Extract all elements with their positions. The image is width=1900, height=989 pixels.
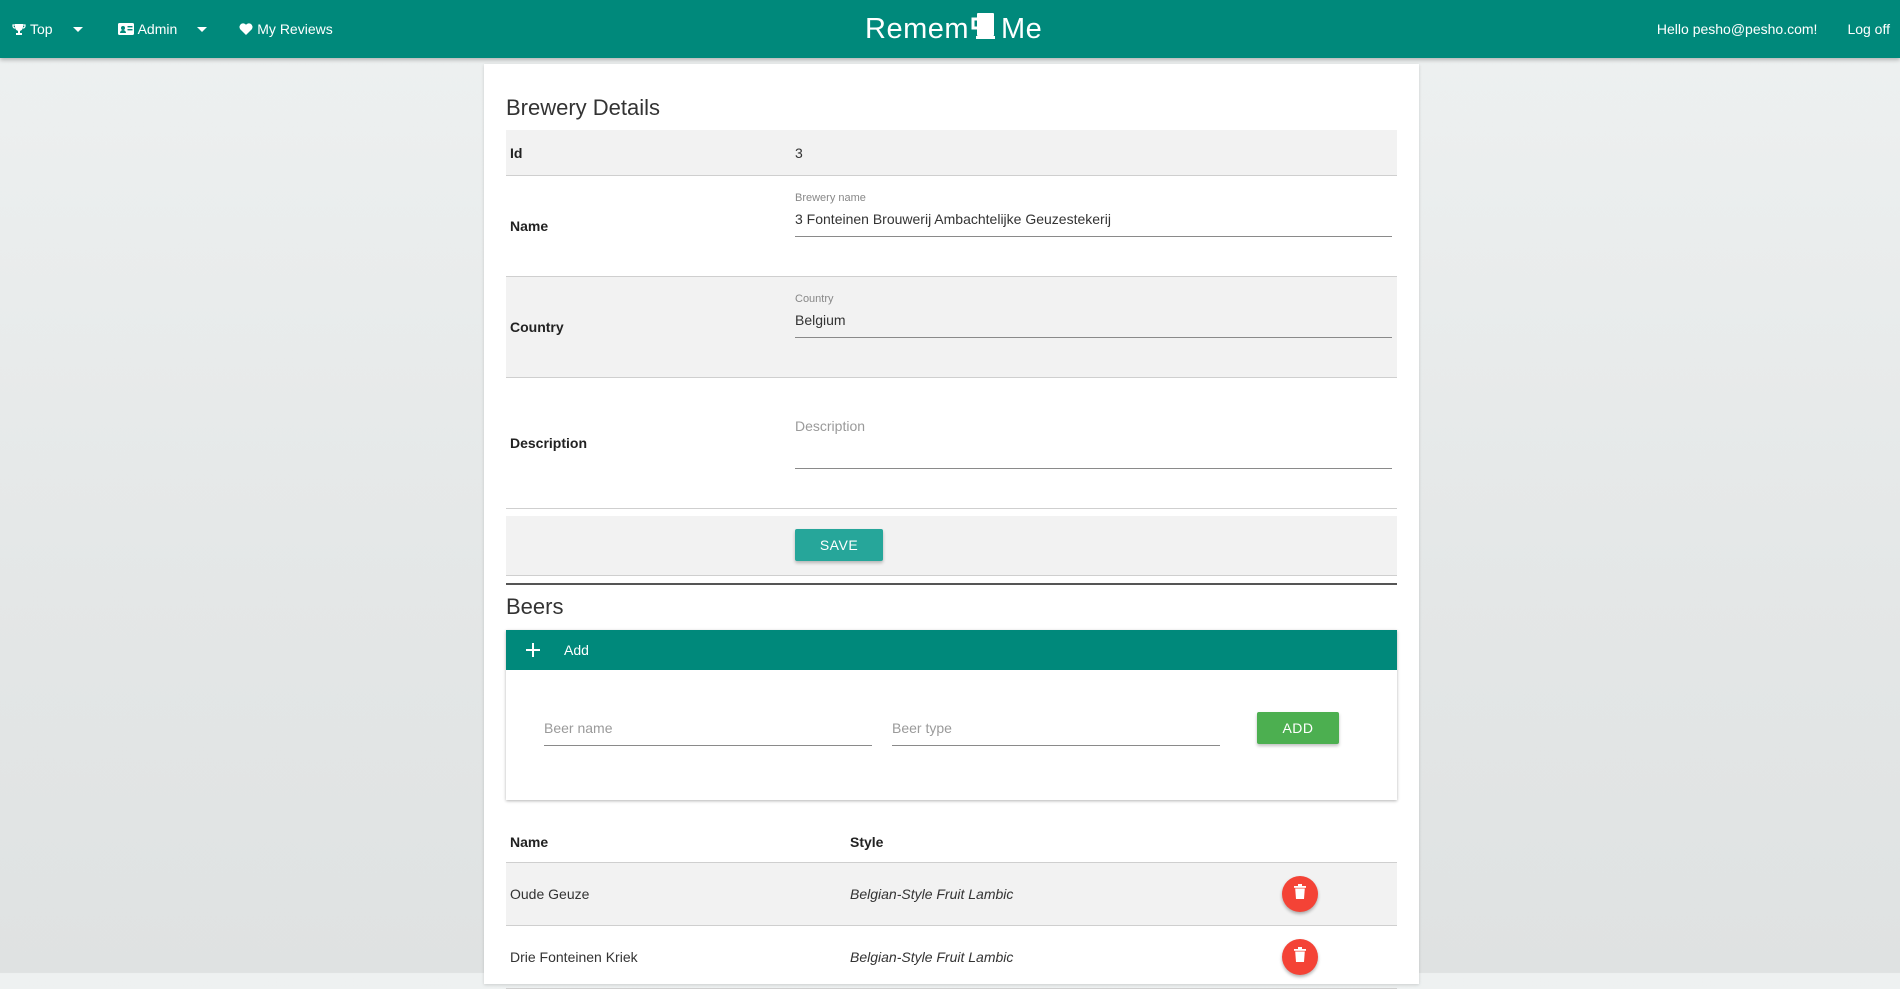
beer-name-input[interactable]: Beer name [544, 720, 872, 736]
add-beer-button[interactable]: ADD [1257, 712, 1339, 744]
country-input[interactable]: Belgium [795, 312, 1392, 328]
chevron-down-icon[interactable] [197, 26, 208, 32]
add-beer-header[interactable]: Add [506, 630, 1397, 670]
trash-icon [1294, 884, 1306, 904]
country-field-label: Country [795, 293, 834, 305]
description-input[interactable]: Description [795, 418, 1392, 434]
brewery-name-field[interactable]: Brewery name 3 Fonteinen Brouwerij Ambac… [795, 192, 1392, 237]
field-underline [892, 745, 1220, 746]
field-underline [795, 337, 1392, 338]
brewery-details-title: Brewery Details [506, 95, 661, 120]
column-header-name[interactable]: Name [510, 834, 548, 850]
brand-logo[interactable]: Remem Me [865, 9, 1042, 49]
nav-admin-label: Admin [137, 21, 178, 37]
logoff-link[interactable]: Log off [1847, 21, 1890, 37]
brand-text-right: Me [1001, 12, 1043, 45]
plus-icon [526, 638, 540, 662]
brand-text-left: Remem [865, 12, 970, 45]
description-field[interactable]: Description [795, 418, 1392, 469]
nav-top-dropdown[interactable]: Top [12, 21, 83, 37]
id-value: 3 [795, 145, 803, 161]
nav-left-group: Top Admin My Reviews [12, 0, 333, 58]
country-field[interactable]: Country Belgium [795, 293, 1392, 338]
name-row: Name Brewery name 3 Fonteinen Brouwerij … [506, 176, 1397, 277]
table-row: Drie Fonteinen Kriek Belgian-Style Fruit… [506, 926, 1397, 989]
top-navbar: Top Admin My Reviews Remem Me Hello pesh… [0, 0, 1900, 58]
trash-icon [1294, 947, 1306, 967]
table-row: Oude Geuze Belgian-Style Fruit Lambic [506, 863, 1397, 926]
beer-name-cell: Drie Fonteinen Kriek [510, 949, 638, 965]
add-beer-panel: Add Beer name Beer type ADD [506, 630, 1397, 800]
save-row: SAVE [506, 516, 1397, 576]
description-row: Description Description [506, 378, 1397, 509]
id-label: Id [510, 145, 523, 161]
name-label: Name [510, 218, 549, 234]
nav-admin-dropdown[interactable]: Admin [117, 21, 208, 37]
delete-beer-button[interactable] [1282, 939, 1318, 975]
trophy-icon [12, 23, 26, 36]
brewery-name-field-label: Brewery name [795, 192, 866, 204]
beer-style-cell: Belgian-Style Fruit Lambic [850, 949, 1014, 965]
description-label: Description [510, 435, 588, 451]
beer-mug-icon [970, 10, 1000, 48]
country-row: Country Country Belgium [506, 277, 1397, 378]
beers-table-header: Name Style [506, 822, 1397, 863]
field-underline [795, 236, 1392, 237]
main-card: Brewery Details Id 3 Name Brewery name 3… [484, 64, 1419, 989]
nav-right-group: Hello pesho@pesho.com! Log off [1627, 0, 1890, 58]
user-greeting-link[interactable]: Hello pesho@pesho.com! [1657, 21, 1818, 37]
beers-title: Beers [506, 594, 564, 619]
chevron-down-icon[interactable] [72, 26, 83, 32]
section-divider [506, 583, 1397, 585]
beer-type-input[interactable]: Beer type [892, 720, 1220, 736]
heart-icon [239, 23, 253, 35]
nav-my-reviews[interactable]: My Reviews [239, 21, 333, 37]
field-underline [544, 745, 872, 746]
add-beer-header-label: Add [564, 642, 589, 658]
save-button[interactable]: SAVE [795, 529, 883, 561]
nav-top-label: Top [30, 21, 53, 37]
column-header-style[interactable]: Style [850, 834, 883, 850]
nav-my-reviews-label: My Reviews [257, 21, 333, 37]
delete-beer-button[interactable] [1282, 876, 1318, 912]
id-row: Id 3 [506, 130, 1397, 176]
beer-name-cell: Oude Geuze [510, 886, 590, 902]
brewery-name-input[interactable]: 3 Fonteinen Brouwerij Ambachtelijke Geuz… [795, 211, 1392, 227]
beer-style-cell: Belgian-Style Fruit Lambic [850, 886, 1014, 902]
id-card-icon [117, 23, 134, 35]
beer-name-field[interactable]: Beer name [544, 720, 872, 746]
country-label: Country [510, 319, 564, 335]
field-underline [795, 468, 1392, 469]
beer-type-field[interactable]: Beer type [892, 720, 1220, 746]
